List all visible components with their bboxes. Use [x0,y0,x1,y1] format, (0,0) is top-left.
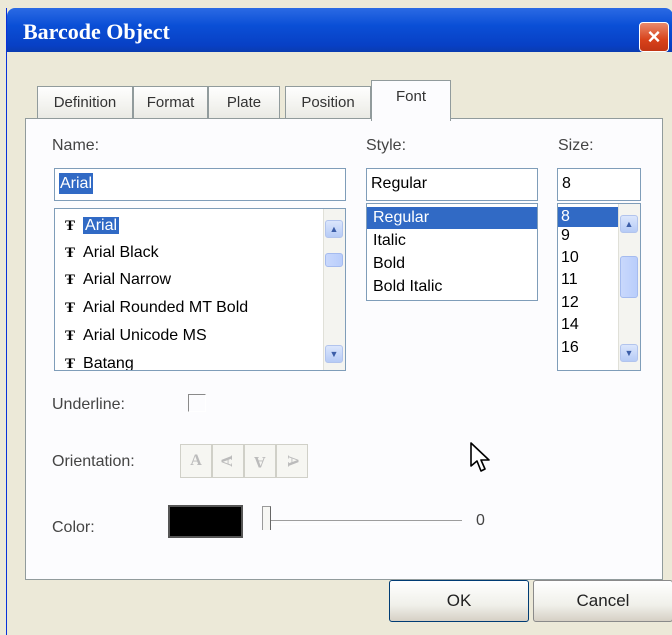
list-item[interactable]: Ŧ Batang [65,353,134,371]
list-item[interactable]: 16 [558,338,579,358]
font-name-input[interactable]: Arial [54,168,346,201]
font-size-list[interactable]: 8 9 10 11 12 14 16 ▲ ▼ [557,203,641,371]
orientation-0-button[interactable]: A [180,444,212,478]
mouse-cursor-icon [470,442,490,472]
list-item[interactable]: Ŧ Arial Black [65,242,159,264]
scroll-down-icon[interactable]: ▼ [620,344,638,362]
truetype-icon: Ŧ [65,356,76,371]
list-item[interactable]: 10 [558,248,579,268]
color-swatch[interactable] [168,505,243,538]
font-style-input[interactable]: Regular [366,168,538,201]
list-item[interactable]: Ŧ Arial [65,215,120,237]
list-item[interactable]: Ŧ Arial Narrow [65,269,171,291]
color-label: Color: [52,519,95,536]
underline-checkbox[interactable] [188,394,206,412]
orientation-180-icon: A [254,453,266,470]
list-item[interactable]: Regular [367,207,537,229]
font-name-value: Arial [59,173,94,194]
scroll-up-icon[interactable]: ▲ [620,215,638,233]
list-item[interactable]: 8 [558,207,618,227]
scroll-thumb[interactable] [325,253,343,267]
font-list-scrollbar[interactable]: ▲ ▼ [323,209,345,370]
list-item[interactable]: Ŧ Arial Unicode MS [65,325,207,347]
list-item[interactable]: 12 [558,293,579,313]
list-item[interactable]: Ŧ Arial Rounded MT Bold [65,297,248,319]
style-label: Style: [366,137,407,154]
list-item[interactable]: Bold [367,253,405,275]
list-item[interactable]: 14 [558,315,579,335]
underline-label: Underline: [52,396,125,413]
cancel-button[interactable]: Cancel [533,580,672,622]
list-item[interactable]: 11 [558,270,578,290]
list-item[interactable]: 9 [558,226,570,246]
font-name-list[interactable]: Ŧ Arial Ŧ Arial Black Ŧ Arial Narrow Ŧ Arial… [54,208,346,371]
orientation-90-button[interactable]: A [212,444,244,478]
truetype-icon: Ŧ [65,300,76,316]
orientation-0-icon: A [190,452,202,469]
color-slider-track[interactable] [262,520,462,525]
truetype-icon: Ŧ [65,272,76,288]
orientation-180-button[interactable]: A [244,444,276,478]
truetype-icon: Ŧ [65,218,76,234]
orientation-270-button[interactable]: A [276,444,308,478]
orientation-90-icon: A [219,455,236,467]
truetype-icon: Ŧ [65,245,76,261]
size-label: Size: [558,137,594,154]
scroll-down-icon[interactable]: ▼ [325,345,343,363]
orientation-270-icon: A [284,455,301,467]
font-size-input[interactable]: 8 [557,168,641,201]
list-item[interactable]: Bold Italic [367,276,442,298]
scroll-thumb[interactable] [620,256,638,298]
truetype-icon: Ŧ [65,328,76,344]
scroll-up-icon[interactable]: ▲ [325,220,343,238]
font-style-list[interactable]: Regular Italic Bold Bold Italic [366,203,538,301]
name-label: Name: [52,137,100,154]
color-slider-thumb[interactable] [262,506,271,530]
list-item[interactable]: Italic [367,230,406,252]
orientation-label: Orientation: [52,453,135,470]
color-slider-value: 0 [476,512,485,529]
ok-button[interactable]: OK [389,580,529,622]
size-list-scrollbar[interactable]: ▲ ▼ [618,204,640,370]
